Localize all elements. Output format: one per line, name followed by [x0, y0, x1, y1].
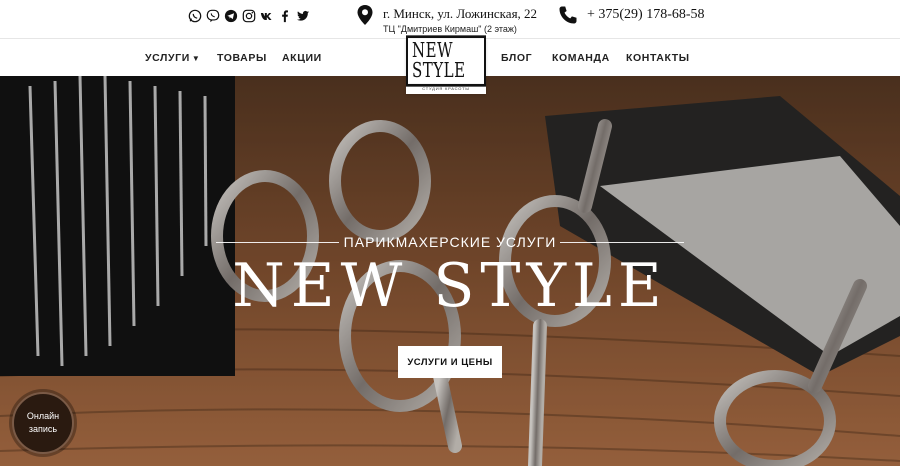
top-bar: г. Минск, ул. Ложинская, 22 ТЦ "Дмитриев…	[0, 0, 900, 38]
chevron-down-icon: ▼	[191, 54, 201, 63]
social-links	[188, 9, 310, 23]
location-pin-icon	[357, 5, 373, 25]
nav-item-services[interactable]: УСЛУГИ ▼	[145, 52, 200, 64]
online-booking-line1: Онлайн	[26, 411, 60, 421]
hero-subtitle: ПАРИКМАХЕРСКИЕ УСЛУГИ	[343, 234, 557, 250]
address-subtext: ТЦ "Дмитриев Кирмаш" (2 этаж)	[383, 24, 517, 34]
nav-item-promotions[interactable]: АКЦИИ	[282, 52, 322, 64]
online-booking-line2: запись	[28, 424, 58, 434]
nav-item-team[interactable]: КОМАНДА	[552, 52, 610, 64]
hero-title: NEW STYLE	[232, 251, 668, 321]
online-booking-button[interactable]: Онлайн запись	[12, 392, 74, 454]
address-text: г. Минск, ул. Ложинская, 22	[383, 6, 538, 21]
facebook-icon[interactable]	[278, 9, 292, 23]
nav-item-blog[interactable]: БЛОГ	[501, 52, 532, 64]
hero-banner: ПАРИКМАХЕРСКИЕ УСЛУГИ NEW STYLE УСЛУГИ И…	[0, 76, 900, 466]
telegram-icon[interactable]	[224, 9, 238, 23]
logo-title: NEW STYLE	[406, 34, 486, 87]
services-prices-button[interactable]: УСЛУГИ И ЦЕНЫ	[398, 346, 502, 378]
whatsapp-icon[interactable]	[188, 9, 202, 23]
twitter-icon[interactable]	[296, 9, 310, 23]
phone-number[interactable]: + 375(29) 178-68-58	[587, 7, 705, 23]
viber-icon[interactable]	[206, 9, 220, 23]
instagram-icon[interactable]	[242, 9, 256, 23]
phone-icon	[559, 6, 577, 24]
nav-item-products[interactable]: ТОВАРЫ	[217, 52, 267, 64]
nav-item-label: УСЛУГИ	[145, 52, 190, 64]
vk-icon[interactable]	[260, 9, 274, 23]
nav-item-contacts[interactable]: КОНТАКТЫ	[626, 52, 690, 64]
site-logo[interactable]: NEW STYLE СТУДИЯ КРАСОТЫ	[406, 34, 486, 94]
